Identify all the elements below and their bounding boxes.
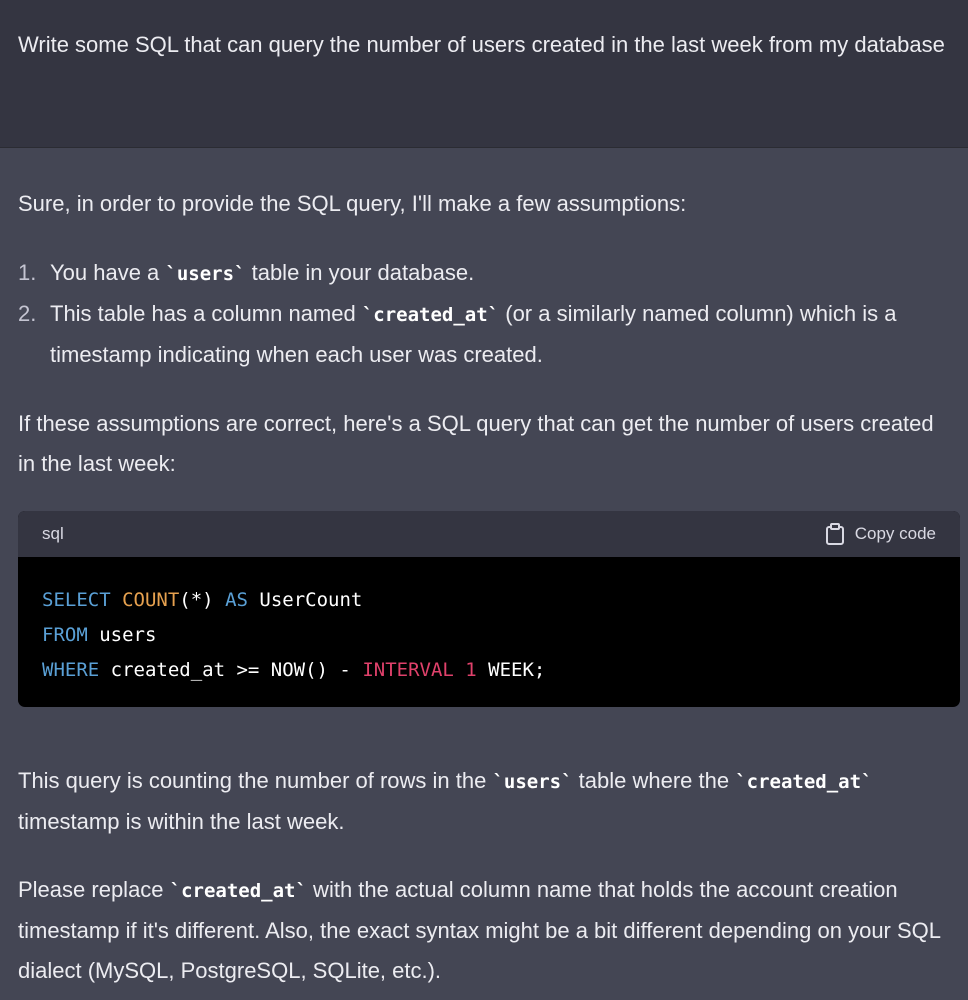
list-text: This table has a column named: [50, 301, 362, 326]
code-body[interactable]: SELECT COUNT(*) AS UserCount FROM users WH…: [18, 557, 960, 688]
code-keyword: WHERE: [42, 659, 100, 681]
copy-code-label: Copy code: [854, 524, 936, 543]
code-keyword: SELECT: [42, 589, 111, 611]
lead-in-text: If these assumptions are correct, here's…: [18, 411, 934, 476]
code-keyword: INTERVAL: [362, 659, 454, 681]
code-text: created_at >= NOW() -: [99, 659, 363, 681]
explanation-text: This query is counting the number of row…: [18, 761, 950, 842]
list-text: table in your database.: [245, 260, 475, 285]
code-line: FROM users: [42, 618, 936, 653]
user-message: Write some SQL that can query the number…: [0, 0, 968, 148]
inline-code: `created_at`: [361, 304, 500, 326]
code-line: SELECT COUNT(*) AS UserCount: [42, 583, 936, 618]
code-language: sql: [42, 524, 64, 543]
assumptions-list: 1. You have a `users` table in your data…: [18, 253, 950, 375]
inline-code: `users`: [165, 263, 246, 285]
code-keyword: FROM: [42, 624, 88, 646]
text: Please replace: [18, 877, 170, 902]
code-keyword: AS: [225, 589, 248, 611]
code-text: (*): [179, 589, 226, 611]
clipboard-icon: [825, 523, 845, 545]
note-text: Please replace `created_at` with the act…: [18, 870, 958, 991]
user-message-text: Write some SQL that can query the number…: [18, 32, 945, 57]
text: This query is counting the number of row…: [18, 768, 493, 793]
list-item: 2. This table has a column named `create…: [18, 294, 950, 375]
code-text: WEEK;: [476, 659, 546, 681]
code-block: sql Copy code SELECT COUNT(*) AS UserCou…: [18, 511, 960, 707]
text: table where the: [572, 768, 736, 793]
code-text: UserCount: [247, 589, 363, 611]
text: timestamp is within the last week.: [18, 809, 345, 834]
code-header: sql Copy code: [18, 511, 960, 557]
copy-code-button[interactable]: Copy code: [825, 514, 936, 554]
list-number: 1.: [18, 260, 37, 285]
list-item: 1. You have a `users` table in your data…: [18, 253, 950, 294]
code-number: 1: [465, 659, 477, 681]
list-text: You have a: [50, 260, 166, 285]
inline-code: `users`: [492, 771, 573, 793]
inline-code: `created_at`: [735, 771, 873, 793]
inline-code: `created_at`: [169, 880, 307, 902]
assistant-intro: Sure, in order to provide the SQL query,…: [18, 191, 687, 216]
code-text: users: [87, 624, 157, 646]
code-line: WHERE created_at >= NOW() - INTERVAL 1 W…: [42, 653, 936, 688]
code-function: COUNT: [122, 589, 180, 611]
list-number: 2.: [18, 301, 37, 326]
